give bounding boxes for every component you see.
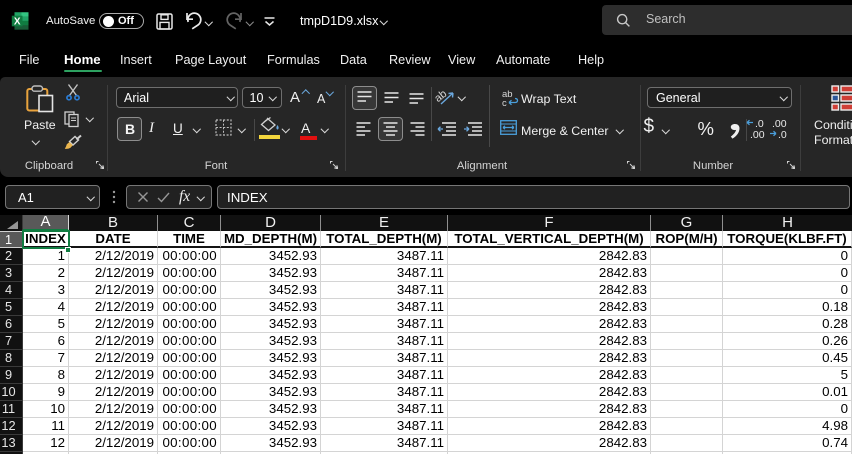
svg-text:.00: .00 <box>750 129 765 141</box>
svg-text:c: c <box>502 98 507 109</box>
svg-text:ab: ab <box>432 88 449 105</box>
svg-text:.0: .0 <box>778 129 787 141</box>
svg-text:X: X <box>14 17 21 28</box>
